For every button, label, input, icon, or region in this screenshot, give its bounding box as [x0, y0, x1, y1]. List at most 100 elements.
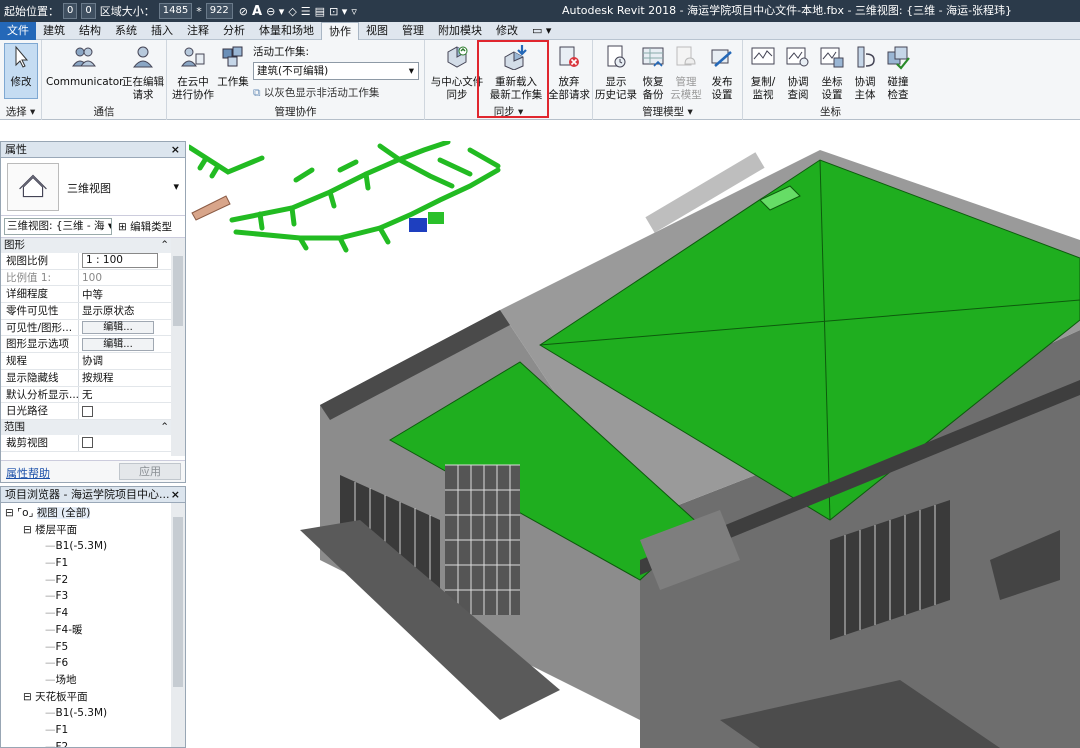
tree-leaf[interactable]: —F4-暖: [1, 622, 185, 639]
tab-massing-site[interactable]: 体量和场地: [252, 22, 321, 40]
clash-check-icon: [887, 46, 910, 70]
text-icon[interactable]: A: [252, 4, 262, 19]
restore-backup-button[interactable]: 恢复 备份: [637, 44, 669, 102]
tab-view[interactable]: 视图: [359, 22, 395, 40]
tab-manage[interactable]: 管理: [395, 22, 431, 40]
tree-leaf[interactable]: —场地: [1, 672, 185, 689]
tab-addins[interactable]: 附加模块: [431, 22, 489, 40]
coord-review-button[interactable]: 协调 查阅: [781, 44, 815, 102]
collaborate-cloud-button[interactable]: 在云中 进行协作: [171, 44, 215, 102]
relinquish-icon: [559, 46, 579, 67]
green-equipment: [428, 212, 444, 224]
worksets-button[interactable]: 工作集: [215, 44, 251, 89]
view-instance-select[interactable]: 三维视图: {三维 - 海 ▾: [4, 218, 112, 235]
copy-monitor-button[interactable]: 复制/ 监视: [745, 44, 781, 102]
prop-value[interactable]: 按规程: [79, 370, 185, 385]
tree-leaf[interactable]: —B1(-5.3M): [1, 705, 185, 722]
editing-requests-button[interactable]: 正在编辑 请求: [122, 44, 164, 102]
tree-leaf[interactable]: —F6: [1, 655, 185, 672]
apply-button[interactable]: 应用: [119, 463, 181, 480]
tree-leaf[interactable]: —F5: [1, 639, 185, 656]
edit-type-button[interactable]: ⊞ 编辑类型: [118, 219, 172, 234]
prop-value[interactable]: 中等: [79, 287, 185, 302]
manage-collab-group: 在云中 进行协作 工作集 活动工作集: 建筑(不可编辑) ▾ ⧉ 以灰色显示非活…: [167, 40, 425, 120]
prop-row: 规程 协调: [1, 353, 185, 370]
switch-windows-icon[interactable]: ☰: [301, 5, 311, 18]
start-x-field[interactable]: 0: [63, 3, 78, 19]
collapse-toggle-icon[interactable]: ⊟: [23, 524, 32, 536]
coord-settings-button[interactable]: 坐标 设置: [815, 44, 849, 102]
scrollbar-thumb[interactable]: [173, 517, 183, 687]
show-history-button[interactable]: 显示 历史记录: [595, 44, 637, 102]
close-hidden-icon[interactable]: ▤: [315, 5, 325, 18]
clash-check-button[interactable]: 碰撞 检查: [881, 44, 915, 102]
collapse-toggle-icon[interactable]: ⊟: [23, 691, 32, 703]
view-icon[interactable]: ⊖ ▾: [266, 5, 284, 18]
close-icon[interactable]: ×: [171, 142, 180, 158]
start-y-field[interactable]: 0: [81, 3, 96, 19]
tab-systems[interactable]: 系统: [108, 22, 144, 40]
area-height-field[interactable]: 922: [205, 3, 233, 19]
tree-leaf[interactable]: —F1: [1, 555, 185, 572]
tree-node-ceiling-plans[interactable]: ⊟ 天花板平面: [1, 689, 185, 706]
measure-icon[interactable]: ⊘: [239, 5, 248, 18]
properties-help-link[interactable]: 属性帮助: [6, 465, 50, 481]
gray-inactive-toggle[interactable]: ⧉ 以灰色显示非活动工作集: [253, 85, 379, 100]
tree-leaf[interactable]: —F3: [1, 588, 185, 605]
coord-settings-icon: [820, 47, 844, 68]
tab-collaborate[interactable]: 协作: [321, 21, 359, 40]
area-width-field[interactable]: 1485: [158, 3, 193, 19]
tab-architecture[interactable]: 建筑: [36, 22, 72, 40]
prop-value[interactable]: 1 : 100: [79, 253, 185, 269]
tree-leaf[interactable]: —F2: [1, 739, 185, 747]
edit-graphic-options-button[interactable]: 编辑...: [82, 337, 154, 351]
manage-models-group-label[interactable]: 管理模型 ▾: [593, 104, 742, 119]
active-workset-select[interactable]: 建筑(不可编辑) ▾: [253, 62, 419, 80]
section-icon[interactable]: ◇: [288, 5, 296, 18]
tab-structure[interactable]: 结构: [72, 22, 108, 40]
collab-cloud-label-2: 进行协作: [172, 89, 214, 101]
customize-icon[interactable]: ▿: [351, 5, 357, 18]
tree-leaf[interactable]: —F4: [1, 605, 185, 622]
section-graphics[interactable]: 图形 ⌃: [1, 238, 185, 253]
coord-host-button[interactable]: 协调 主体: [849, 44, 881, 102]
prop-value[interactable]: 协调: [79, 353, 185, 368]
active-workset-value: 建筑(不可编辑): [257, 65, 329, 77]
scrollbar-thumb[interactable]: [173, 256, 183, 326]
view-scale-input[interactable]: 1 : 100: [82, 253, 158, 269]
chevron-down-icon: ▾: [408, 65, 414, 77]
relinquish-button[interactable]: 放弃 全部请求: [547, 44, 591, 102]
tree-root[interactable]: ⊟ ⌜o⌟ 视图 (全部): [1, 505, 185, 522]
restore-backup-icon: [642, 47, 664, 67]
tab-insert[interactable]: 插入: [144, 22, 180, 40]
3d-viewport[interactable]: [189, 141, 1080, 748]
thin-lines-icon[interactable]: ⊡ ▾: [329, 5, 347, 18]
reload-latest-highlight: [477, 40, 549, 118]
tab-modify[interactable]: 修改: [489, 22, 525, 40]
modify-button[interactable]: 修改: [4, 43, 38, 99]
prop-value[interactable]: 显示原状态: [79, 303, 185, 318]
browser-scrollbar[interactable]: [171, 503, 185, 747]
sun-path-checkbox[interactable]: [82, 405, 93, 417]
publish-settings-button[interactable]: 发布 设置: [703, 44, 741, 102]
prop-value[interactable]: 无: [79, 387, 185, 402]
collapse-toggle-icon[interactable]: ⊟: [5, 507, 14, 519]
crop-view-checkbox[interactable]: [82, 437, 93, 449]
ribbon-toggle-icon[interactable]: ▭ ▾: [525, 22, 558, 40]
section-extents[interactable]: 范围 ⌃: [1, 419, 185, 435]
tab-file[interactable]: 文件: [0, 21, 36, 40]
tree-leaf[interactable]: —B1(-5.3M): [1, 538, 185, 555]
tab-analyze[interactable]: 分析: [216, 22, 252, 40]
select-dropdown[interactable]: 选择 ▾: [0, 104, 41, 119]
tab-annotate[interactable]: 注释: [180, 22, 216, 40]
properties-scrollbar[interactable]: [171, 238, 185, 456]
editing-requests-label-1: 正在编辑: [122, 76, 164, 88]
communicator-button[interactable]: Communicator: [46, 44, 124, 89]
tree-node-floor-plans[interactable]: ⊟ 楼层平面: [1, 522, 185, 539]
tree-leaf[interactable]: —F1: [1, 722, 185, 739]
tree-leaf[interactable]: —F2: [1, 572, 185, 589]
close-icon[interactable]: ×: [171, 487, 180, 503]
manage-cloud-button[interactable]: 管理 云模型: [669, 44, 703, 102]
type-selector[interactable]: 三维视图 ▾: [1, 158, 185, 216]
edit-visibility-button[interactable]: 编辑...: [82, 321, 154, 335]
